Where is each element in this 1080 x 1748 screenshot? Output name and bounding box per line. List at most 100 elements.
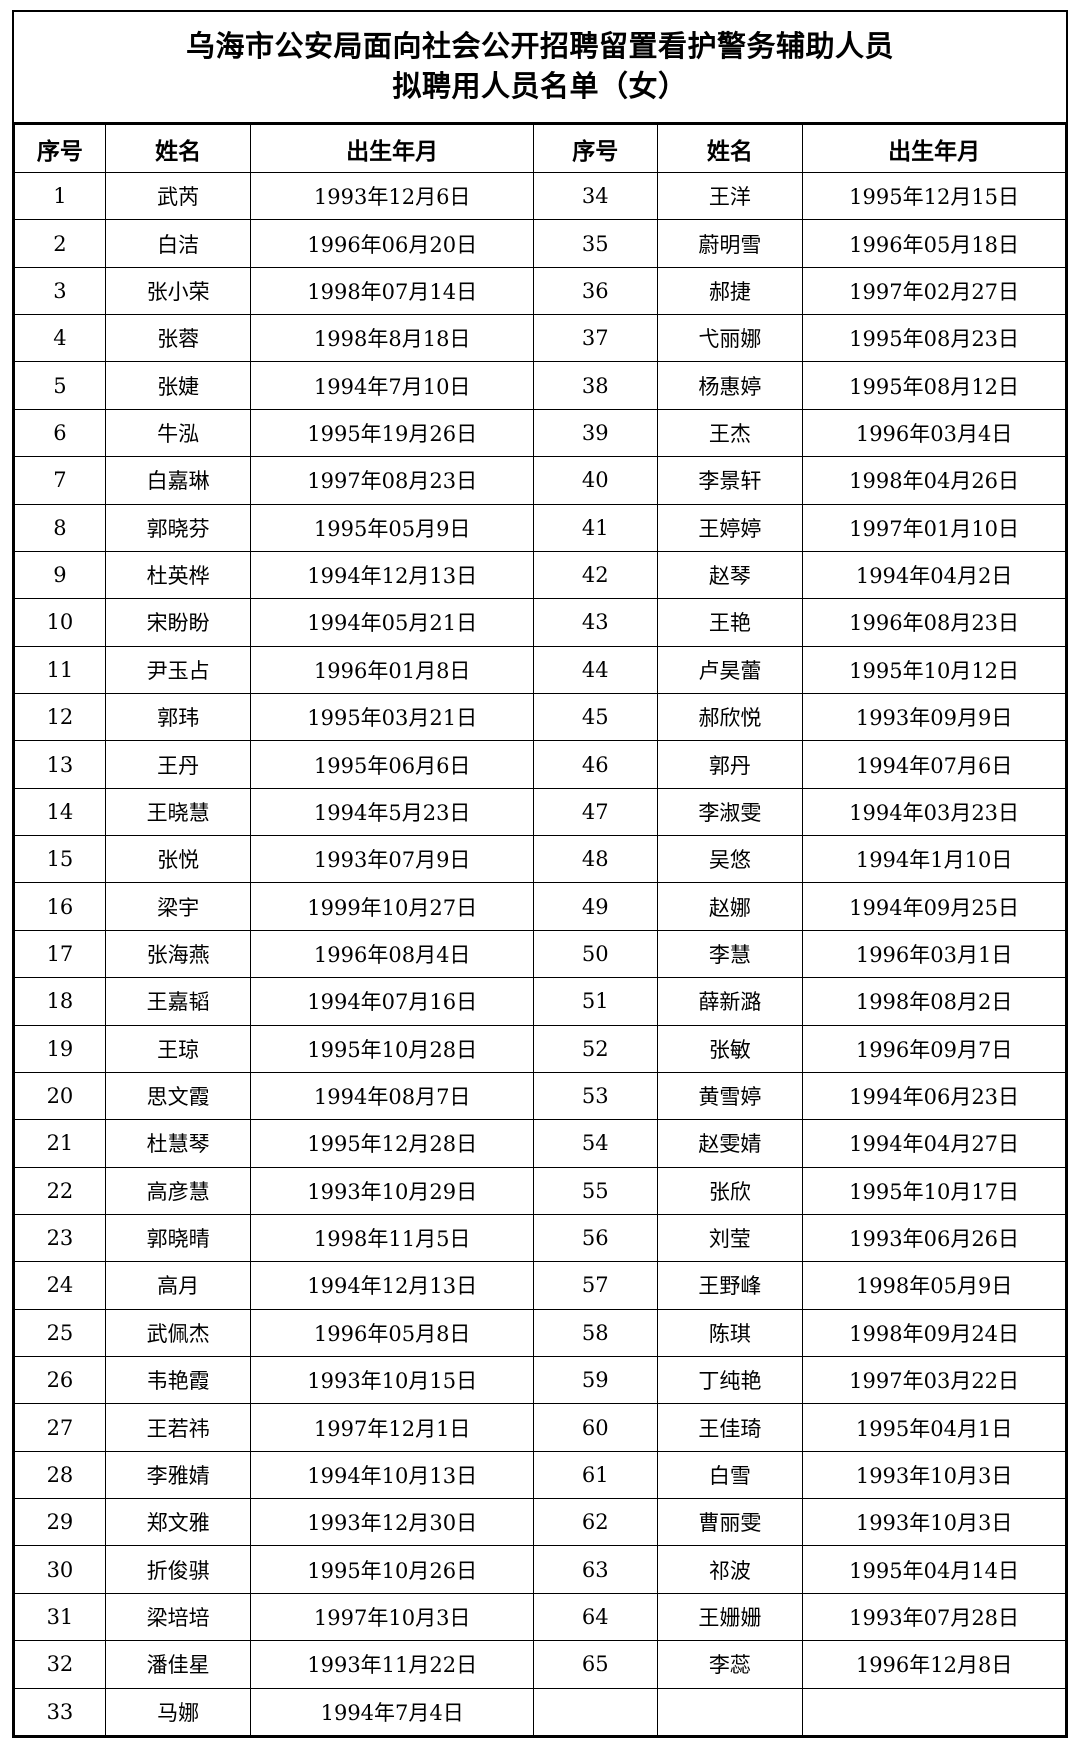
table-row: 16 梁宇 1999年10月27日 49 赵娜 1994年09月25日 bbox=[14, 882, 1066, 931]
cell-name-left: 尹玉占 bbox=[104, 645, 252, 694]
cell-birthdate-left: 1996年01月8日 bbox=[250, 645, 534, 694]
cell-name-left: 张悦 bbox=[104, 835, 252, 884]
roster-table: 序号 姓名 出生年月 序号 姓名 出生年月 1 武芮 1993年12月6日 34 王洋 1… bbox=[14, 124, 1066, 1737]
cell-birthdate-left: 1994年08月7日 bbox=[250, 1071, 534, 1121]
cell-index-right: 65 bbox=[532, 1640, 658, 1689]
cell-name-right: 赵琴 bbox=[656, 550, 804, 600]
table-row: 32 潘佳星 1993年11月22日 65 李蕊 1996年12月8日 bbox=[14, 1640, 1066, 1689]
cell-birthdate-right: 1997年01月10日 bbox=[802, 503, 1066, 552]
cell-index-left: 15 bbox=[14, 835, 106, 884]
cell-index-left: 4 bbox=[14, 314, 106, 363]
cell-name-right: 薛新潞 bbox=[656, 977, 804, 1026]
cell-birthdate-right: 1994年1月10日 bbox=[802, 835, 1066, 884]
cell-birthdate-left: 1996年05月8日 bbox=[250, 1308, 534, 1358]
table-row: 1 武芮 1993年12月6日 34 王洋 1995年12月15日 bbox=[14, 172, 1066, 221]
cell-birthdate-right: 1996年03月1日 bbox=[802, 929, 1066, 979]
cell-name-right: 郝欣悦 bbox=[656, 692, 804, 742]
cell-birthdate-right bbox=[802, 1687, 1066, 1737]
cell-index-right: 46 bbox=[532, 740, 658, 789]
cell-index-left: 14 bbox=[14, 787, 106, 837]
cell-birthdate-left: 1995年10月28日 bbox=[250, 1024, 534, 1073]
cell-birthdate-right: 1995年04月14日 bbox=[802, 1545, 1066, 1594]
cell-birthdate-left: 1997年08月23日 bbox=[250, 456, 534, 505]
column-header-name-right: 姓名 bbox=[656, 124, 804, 174]
cell-index-left: 19 bbox=[14, 1024, 106, 1073]
cell-birthdate-right: 1996年05月18日 bbox=[802, 219, 1066, 268]
cell-index-right: 37 bbox=[532, 314, 658, 363]
page-title-line-2: 拟聘用人员名单（女） bbox=[392, 69, 688, 104]
cell-birthdate-right: 1996年03月4日 bbox=[802, 408, 1066, 458]
cell-birthdate-right: 1994年09月25日 bbox=[802, 882, 1066, 931]
cell-birthdate-right: 1994年04月27日 bbox=[802, 1119, 1066, 1168]
cell-index-right: 62 bbox=[532, 1498, 658, 1547]
cell-name-right: 杨惠婷 bbox=[656, 361, 804, 410]
cell-name-left: 张海燕 bbox=[104, 929, 252, 979]
cell-birthdate-left: 1995年06月6日 bbox=[250, 740, 534, 789]
table-row: 3 张小荣 1998年07月14日 36 郝捷 1997年02月27日 bbox=[14, 266, 1066, 316]
cell-index-right: 40 bbox=[532, 456, 658, 505]
cell-birthdate-left: 1994年10月13日 bbox=[250, 1450, 534, 1500]
cell-index-right: 58 bbox=[532, 1308, 658, 1358]
cell-birthdate-right: 1994年03月23日 bbox=[802, 787, 1066, 837]
cell-birthdate-left: 1998年11月5日 bbox=[250, 1213, 534, 1263]
cell-birthdate-right: 1997年02月27日 bbox=[802, 266, 1066, 316]
cell-birthdate-right: 1994年06月23日 bbox=[802, 1071, 1066, 1121]
cell-birthdate-right: 1998年05月9日 bbox=[802, 1261, 1066, 1310]
cell-index-left: 18 bbox=[14, 977, 106, 1026]
cell-name-right: 卢昊蕾 bbox=[656, 645, 804, 694]
cell-index-right: 64 bbox=[532, 1592, 658, 1642]
cell-index-left: 10 bbox=[14, 598, 106, 647]
cell-birthdate-right: 1997年03月22日 bbox=[802, 1356, 1066, 1405]
cell-name-left: 张小荣 bbox=[104, 266, 252, 316]
cell-name-right: 黄雪婷 bbox=[656, 1071, 804, 1121]
cell-birthdate-right: 1993年10月3日 bbox=[802, 1498, 1066, 1547]
cell-birthdate-left: 1995年10月26日 bbox=[250, 1545, 534, 1594]
cell-index-left: 32 bbox=[14, 1640, 106, 1689]
cell-name-right: 弋丽娜 bbox=[656, 314, 804, 363]
cell-birthdate-left: 1994年12月13日 bbox=[250, 550, 534, 600]
cell-index-left: 20 bbox=[14, 1071, 106, 1121]
cell-birthdate-right: 1998年09月24日 bbox=[802, 1308, 1066, 1358]
cell-name-left: 高月 bbox=[104, 1261, 252, 1310]
cell-index-left: 13 bbox=[14, 740, 106, 789]
cell-name-right: 王姗姗 bbox=[656, 1592, 804, 1642]
table-row: 22 高彦慧 1993年10月29日 55 张欣 1995年10月17日 bbox=[14, 1166, 1066, 1215]
cell-index-right: 55 bbox=[532, 1166, 658, 1215]
cell-index-left: 7 bbox=[14, 456, 106, 505]
cell-name-left: 马娜 bbox=[104, 1687, 252, 1737]
document-title-block: 乌海市公安局面向社会公开招聘留置看护警务辅助人员 拟聘用人员名单（女） bbox=[14, 12, 1066, 125]
cell-index-right: 53 bbox=[532, 1071, 658, 1121]
table-row: 8 郭晓芬 1995年05月9日 41 王婷婷 1997年01月10日 bbox=[14, 503, 1066, 552]
cell-index-right: 42 bbox=[532, 550, 658, 600]
cell-birthdate-right: 1995年08月12日 bbox=[802, 361, 1066, 410]
cell-index-right: 36 bbox=[532, 266, 658, 316]
document-frame: 乌海市公安局面向社会公开招聘留置看护警务辅助人员 拟聘用人员名单（女） 序号 姓… bbox=[12, 10, 1068, 1738]
cell-index-left: 23 bbox=[14, 1213, 106, 1263]
cell-birthdate-left: 1994年7月4日 bbox=[250, 1687, 534, 1737]
cell-index-left: 11 bbox=[14, 645, 106, 694]
cell-birthdate-left: 1995年12月28日 bbox=[250, 1119, 534, 1168]
table-row: 28 李雅婧 1994年10月13日 61 白雪 1993年10月3日 bbox=[14, 1450, 1066, 1500]
cell-index-left: 33 bbox=[14, 1687, 106, 1737]
cell-name-right: 李景轩 bbox=[656, 456, 804, 505]
cell-name-right: 白雪 bbox=[656, 1450, 804, 1500]
cell-name-right: 吴悠 bbox=[656, 835, 804, 884]
cell-name-right: 蔚明雪 bbox=[656, 219, 804, 268]
cell-name-right: 郭丹 bbox=[656, 740, 804, 789]
cell-birthdate-right: 1995年04月1日 bbox=[802, 1403, 1066, 1452]
cell-birthdate-right: 1995年10月17日 bbox=[802, 1166, 1066, 1215]
table-row: 14 王晓慧 1994年5月23日 47 李淑雯 1994年03月23日 bbox=[14, 787, 1066, 837]
cell-birthdate-left: 1993年07月9日 bbox=[250, 835, 534, 884]
table-header: 序号 姓名 出生年月 序号 姓名 出生年月 bbox=[14, 124, 1066, 174]
table-row: 12 郭玮 1995年03月21日 45 郝欣悦 1993年09月9日 bbox=[14, 692, 1066, 742]
cell-birthdate-right: 1996年12月8日 bbox=[802, 1640, 1066, 1689]
cell-birthdate-left: 1993年12月6日 bbox=[250, 172, 534, 221]
cell-index-right: 59 bbox=[532, 1356, 658, 1405]
cell-index-left: 26 bbox=[14, 1356, 106, 1405]
cell-birthdate-left: 1994年5月23日 bbox=[250, 787, 534, 837]
table-row: 25 武佩杰 1996年05月8日 58 陈琪 1998年09月24日 bbox=[14, 1308, 1066, 1358]
cell-name-left: 梁培培 bbox=[104, 1592, 252, 1642]
cell-name-left: 杜英桦 bbox=[104, 550, 252, 600]
cell-name-left: 牛泓 bbox=[104, 408, 252, 458]
cell-index-right: 60 bbox=[532, 1403, 658, 1452]
